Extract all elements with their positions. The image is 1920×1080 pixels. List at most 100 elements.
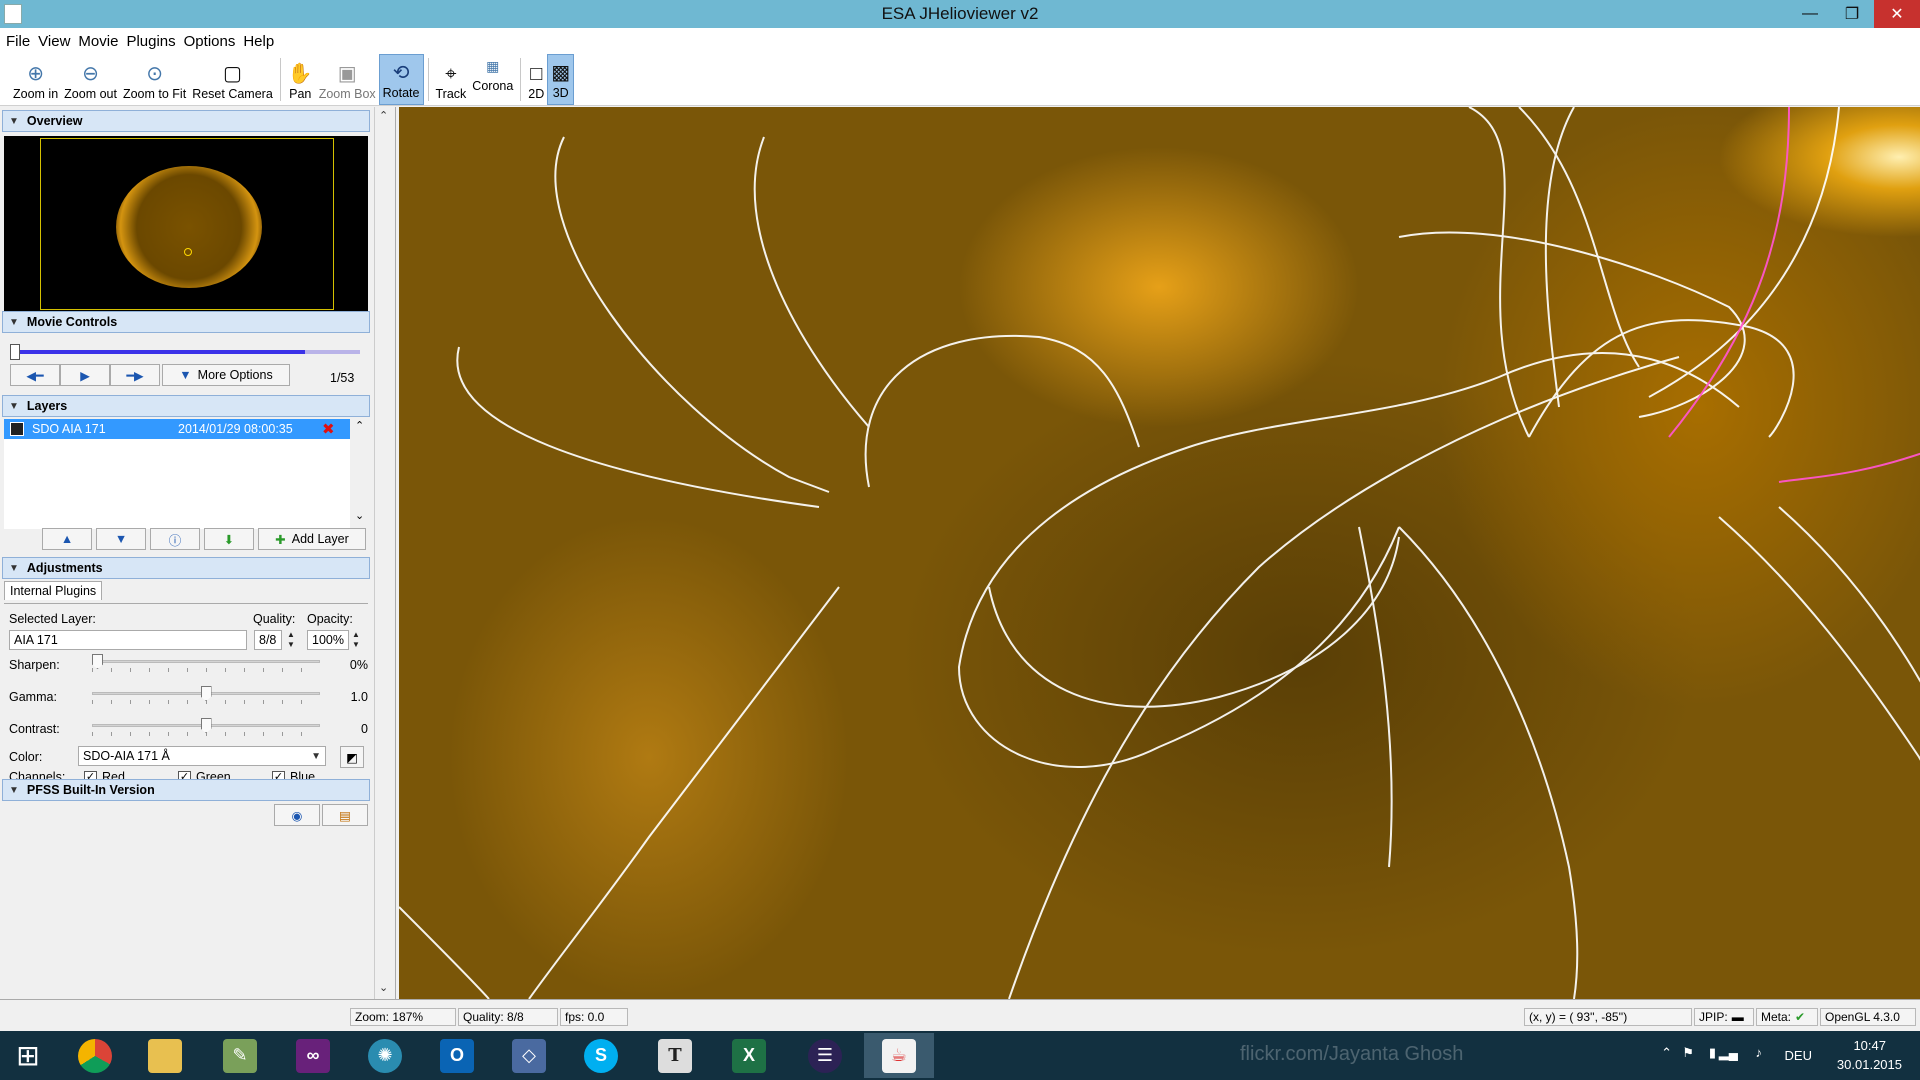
slider-thumb[interactable] — [200, 686, 212, 701]
scroll-up-icon[interactable]: ⌃ — [355, 419, 364, 432]
play-button[interactable]: ▶ — [60, 364, 110, 386]
layer-list[interactable]: SDO AIA 171 2014/01/29 08:00:35 ✖ — [4, 419, 350, 529]
track-button[interactable]: ⌖ Track — [433, 54, 470, 105]
zoom-fit-button[interactable]: ⊙ Zoom to Fit — [120, 54, 189, 105]
layer-row[interactable]: SDO AIA 171 2014/01/29 08:00:35 ✖ — [4, 419, 350, 439]
taskbar-app-globe[interactable]: ✺ — [350, 1033, 420, 1078]
mode-3d-button[interactable]: ▩ 3D — [547, 54, 575, 105]
taskbar-java[interactable]: ☕ — [864, 1033, 934, 1078]
sharpen-label: Sharpen: — [9, 658, 60, 672]
gamma-slider[interactable] — [92, 686, 320, 706]
watermark-text: flickr.com/Jayanta Ghosh — [1240, 1043, 1464, 1065]
zoom-out-button[interactable]: ⊖ Zoom out — [61, 54, 120, 105]
tab-internal-plugins[interactable]: Internal Plugins — [4, 581, 103, 600]
left-panel-scrollbar[interactable]: ⌃ ⌄ — [374, 107, 394, 999]
toolbar-separator — [279, 58, 281, 101]
pfss-visibility-button[interactable]: ◉ — [274, 804, 320, 826]
taskbar-eclipse[interactable]: ☰ — [790, 1033, 860, 1078]
menu-options[interactable]: Options — [182, 33, 242, 50]
outlook-icon: O — [440, 1038, 474, 1073]
eclipse-icon: ☰ — [808, 1038, 842, 1073]
opacity-stepper[interactable]: ▲ ▼ — [349, 630, 363, 650]
layers-header[interactable]: ▼ Layers — [2, 395, 370, 417]
scroll-down-icon[interactable]: ⌄ — [379, 981, 388, 994]
flag-icon[interactable]: ⚑ — [1682, 1045, 1694, 1061]
start-button[interactable]: ⊞ — [0, 1033, 56, 1078]
scroll-down-icon[interactable]: ⌄ — [355, 509, 364, 522]
menu-view[interactable]: View — [36, 33, 76, 50]
slider-thumb[interactable] — [200, 718, 212, 733]
selected-layer-field[interactable]: AIA 171 — [9, 630, 247, 650]
zoom-in-button[interactable]: ⊕ Zoom in — [10, 54, 61, 105]
overview-thumbnail[interactable] — [4, 136, 368, 314]
pfss-download-button[interactable]: ▤ — [322, 804, 368, 826]
menu-help[interactable]: Help — [241, 33, 280, 50]
opacity-field[interactable]: 100% — [307, 630, 349, 650]
menu-movie[interactable]: Movie — [76, 33, 124, 50]
taskbar-virtualbox[interactable]: ◇ — [494, 1033, 564, 1078]
volume-icon[interactable]: ♪ — [1756, 1045, 1763, 1060]
contrast-slider[interactable] — [92, 718, 320, 738]
pfss-header[interactable]: ▼ PFSS Built-In Version — [2, 779, 370, 801]
reset-camera-button[interactable]: ▢ Reset Camera — [189, 54, 276, 105]
taskbar-app-editor[interactable]: ✎ — [205, 1033, 275, 1078]
battery-icon[interactable]: ▮ — [1709, 1045, 1716, 1061]
invert-color-button[interactable]: ◩ — [340, 746, 364, 768]
adjustments-header[interactable]: ▼ Adjustments — [2, 557, 370, 579]
corona-button[interactable]: ▦ Corona — [469, 54, 516, 105]
opacity-label: Opacity: — [307, 612, 353, 626]
clock-date[interactable]: 30.01.2015 — [1837, 1057, 1902, 1072]
menu-plugins[interactable]: Plugins — [124, 33, 181, 50]
next-frame-button[interactable]: ━▶ — [110, 364, 160, 386]
rotate-label: Rotate — [382, 86, 420, 100]
movie-controls-header[interactable]: ▼ Movie Controls — [2, 311, 370, 333]
add-layer-button[interactable]: ✚ Add Layer — [258, 528, 366, 550]
remove-layer-icon[interactable]: ✖ — [322, 420, 335, 438]
maximize-button[interactable]: ❐ — [1832, 0, 1872, 28]
network-icon[interactable]: ▂▄ — [1719, 1045, 1738, 1061]
zoom-box-button[interactable]: ▣ Zoom Box — [316, 54, 379, 105]
quality-stepper[interactable]: ▲ ▼ — [284, 630, 298, 650]
skype-icon: S — [584, 1038, 618, 1073]
quality-field[interactable]: 8/8 — [254, 630, 282, 650]
overview-header[interactable]: ▼ Overview — [2, 110, 370, 132]
layer-visibility-icon[interactable] — [10, 422, 24, 436]
scroll-up-icon[interactable]: ⌃ — [379, 109, 388, 122]
taskbar-explorer[interactable] — [130, 1033, 200, 1078]
taskbar-skype[interactable]: S — [566, 1033, 636, 1078]
previous-frame-button[interactable]: ◀━ — [10, 364, 60, 386]
color-select[interactable]: SDO-AIA 171 Å ▼ — [78, 746, 326, 766]
taskbar-visual-studio[interactable]: ∞ — [278, 1033, 348, 1078]
download-layer-button[interactable]: ⬇ — [204, 528, 254, 550]
layer-info-button[interactable]: ⓘ — [150, 528, 200, 550]
timeline-handle[interactable] — [10, 344, 20, 360]
chrome-icon — [78, 1038, 112, 1073]
close-button[interactable]: ✕ — [1874, 0, 1920, 28]
rotate-button[interactable]: ⟲ Rotate — [378, 54, 424, 105]
menu-file[interactable]: File — [4, 33, 36, 50]
field-line — [1718, 516, 1920, 761]
taskbar-texmaker[interactable]: T — [640, 1033, 710, 1078]
clock-time[interactable]: 10:47 — [1853, 1038, 1886, 1053]
solar-image-view[interactable] — [399, 107, 1920, 999]
movie-timeline-slider[interactable] — [10, 344, 360, 360]
slider-thumb[interactable] — [92, 654, 103, 669]
move-layer-down-button[interactable]: ▼ — [96, 528, 146, 550]
tray-chevron-icon[interactable]: ⌃ — [1661, 1045, 1672, 1061]
cube-icon: ▩ — [551, 62, 571, 84]
sharpen-slider[interactable] — [92, 654, 320, 674]
jpip-status: JPIP: ▬ — [1694, 1008, 1754, 1026]
move-layer-up-button[interactable]: ▲ — [42, 528, 92, 550]
minimize-button[interactable]: — — [1790, 0, 1830, 28]
more-options-button[interactable]: ▼ More Options — [162, 364, 290, 386]
taskbar-outlook[interactable]: O — [422, 1033, 492, 1078]
adjustments-title: Adjustments — [26, 561, 103, 575]
language-indicator[interactable]: DEU — [1785, 1048, 1812, 1063]
overview-center-marker — [184, 248, 192, 256]
taskbar-chrome[interactable] — [60, 1033, 130, 1078]
pan-button[interactable]: ✋ Pan — [285, 54, 316, 105]
virtualbox-icon: ◇ — [512, 1038, 546, 1073]
taskbar-excel[interactable]: X — [714, 1033, 784, 1078]
mode-2d-button[interactable]: □ 2D — [525, 54, 547, 105]
layer-list-scrollbar[interactable]: ⌃ ⌄ — [350, 419, 370, 529]
